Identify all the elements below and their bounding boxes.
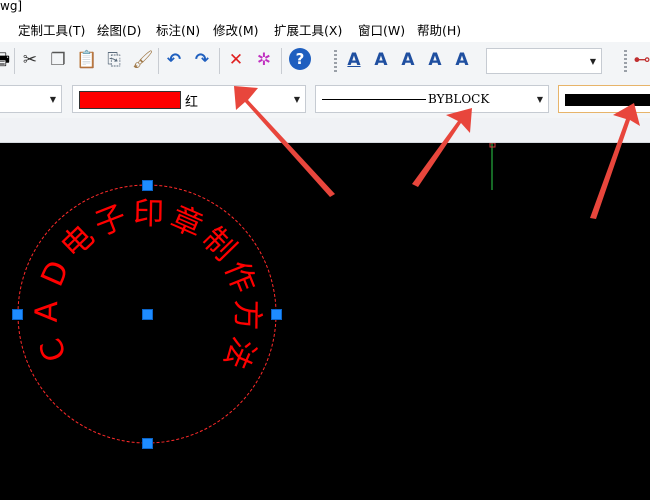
- canvas-graphics: CAD电子印章制作方法: [17, 143, 496, 444]
- grip-handle-top[interactable]: [142, 180, 153, 191]
- toolbar-separator: [219, 48, 220, 74]
- help-icon[interactable]: ?: [289, 48, 311, 70]
- paste-special-icon[interactable]: ⎘: [104, 50, 124, 70]
- title-bar: wg]: [0, 0, 650, 14]
- menu-custom-tools[interactable]: 定制工具(T): [18, 20, 85, 39]
- grip-handle-left[interactable]: [12, 309, 23, 320]
- grip-handle-center[interactable]: [142, 309, 153, 320]
- properties-toolbar: ▼ 红 ▼ BYBLOCK ▼: [0, 80, 650, 118]
- toolbar-separator: [281, 48, 282, 74]
- layer-dropdown[interactable]: ▼: [0, 85, 62, 113]
- stamp-char: A: [29, 301, 66, 323]
- stamp-char: 子: [90, 198, 132, 243]
- print-icon[interactable]: 🖶: [0, 50, 12, 70]
- stamp-char: 作: [217, 256, 262, 298]
- linetype-label: BYBLOCK: [428, 92, 490, 106]
- find-text-icon[interactable]: A: [452, 50, 472, 70]
- window-title: wg]: [0, 0, 23, 13]
- toolbar-separator: [158, 48, 159, 74]
- match-properties-icon[interactable]: 🖌: [132, 50, 154, 70]
- drawing-canvas[interactable]: CAD电子印章制作方法: [0, 143, 650, 500]
- menu-extend-tools[interactable]: 扩展工具(X): [274, 20, 342, 39]
- stamp-char: 法: [216, 332, 261, 375]
- stamp-text[interactable]: CAD电子印章制作方法: [29, 196, 265, 375]
- text-style-icon[interactable]: A: [344, 50, 364, 70]
- lineweight-swatch: [565, 94, 650, 106]
- stamp-char: D: [34, 255, 77, 291]
- menu-window[interactable]: 窗口(W): [358, 20, 405, 39]
- linetype-dropdown[interactable]: BYBLOCK ▼: [315, 85, 549, 113]
- menu-help[interactable]: 帮助(H): [417, 20, 461, 39]
- toolbar-separator: [14, 48, 15, 74]
- menu-dimension[interactable]: 标注(N): [156, 20, 200, 39]
- text-style-dropdown[interactable]: ▼: [486, 48, 602, 74]
- grip-handle-bottom[interactable]: [142, 438, 153, 449]
- linetype-sample: [322, 99, 426, 100]
- toolbar-grip[interactable]: [334, 50, 337, 72]
- stamp-char: 制: [195, 221, 242, 268]
- dimension-icon[interactable]: ⊷: [632, 50, 650, 70]
- redo-icon[interactable]: ↷: [192, 50, 212, 70]
- chevron-down-icon: ▼: [589, 56, 597, 66]
- single-line-text-icon[interactable]: A: [371, 50, 391, 70]
- color-dropdown[interactable]: 红 ▼: [72, 85, 306, 113]
- stamp-char: 方: [229, 299, 265, 330]
- standard-toolbar: 🖶 ✂ ❐ 📋 ⎘ 🖌 ↶ ↷ ✕ ✲ ? A A A A A ▼ ⊷: [0, 42, 650, 80]
- chevron-down-icon: ▼: [293, 94, 301, 104]
- delete-icon[interactable]: ✕: [226, 50, 246, 70]
- undo-icon[interactable]: ↶: [164, 50, 184, 70]
- menu-draw[interactable]: 绘图(D): [97, 20, 141, 39]
- edit-text-icon[interactable]: A: [398, 50, 418, 70]
- erase-selection-icon[interactable]: ✲: [254, 50, 274, 70]
- lineweight-dropdown[interactable]: [558, 85, 650, 113]
- chevron-down-icon: ▼: [536, 94, 544, 104]
- color-swatch: [79, 91, 181, 109]
- cut-icon[interactable]: ✂: [20, 50, 40, 70]
- text-pen-icon[interactable]: A: [425, 50, 445, 70]
- toolbar-grip[interactable]: [624, 50, 627, 72]
- color-label: 红: [185, 95, 199, 110]
- menu-bar: 定制工具(T) 绘图(D) 标注(N) 修改(M) 扩展工具(X) 窗口(W) …: [0, 14, 650, 43]
- stamp-char: 电: [54, 218, 101, 265]
- chevron-down-icon: ▼: [49, 94, 57, 104]
- stamp-char: 印: [133, 196, 165, 233]
- menu-modify[interactable]: 修改(M): [213, 20, 259, 39]
- grip-handle-right[interactable]: [271, 309, 282, 320]
- paste-icon[interactable]: 📋: [76, 50, 97, 70]
- stamp-char: C: [33, 333, 74, 366]
- toolbar-strip: [0, 118, 650, 143]
- copy-icon[interactable]: ❐: [48, 50, 68, 70]
